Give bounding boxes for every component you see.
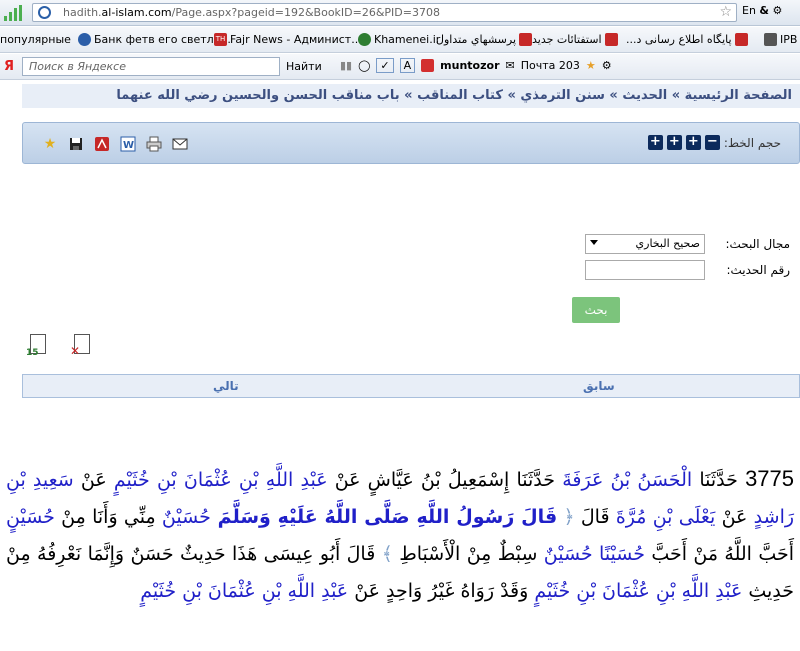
pdf-icon[interactable]	[93, 135, 111, 153]
save-icon[interactable]	[67, 135, 85, 153]
page-jump-icon[interactable]: 15	[26, 334, 50, 358]
close-bracket: ﴾	[381, 543, 393, 565]
next-link[interactable]: تالي	[213, 379, 239, 393]
breadcrumb: الصفحة الرئيسية » الحديث » سنن الترمذي »…	[22, 84, 800, 108]
yandex-logo: Я	[4, 59, 15, 74]
narrator-link[interactable]: حُسَيْنًا حُسَيْنٌ	[544, 543, 645, 565]
bookmark-item[interactable]: پرسشهاي متداول	[436, 33, 533, 46]
narrator-link[interactable]: عَبْدِ اللَّهِ بْنِ عُثْمَانَ بْنِ خُثَي…	[140, 580, 348, 602]
breadcrumb-hadith[interactable]: الحديث	[622, 88, 667, 103]
mail-icon: ✉	[505, 59, 515, 72]
narrator-link[interactable]: يَعْلَى بْنِ مُرَّةَ	[616, 506, 715, 528]
narrator-link[interactable]: عَبْدِ اللَّهِ بْنِ عُثْمَانَ بْنِ خُثَي…	[534, 580, 742, 602]
address-bar-row: hadith.al-islam.com/Page.aspx?pageid=192…	[0, 0, 800, 26]
new-fatwa-icon	[604, 33, 618, 46]
font-increase-button[interactable]: +	[666, 135, 682, 150]
open-bracket: ﴿	[563, 506, 575, 528]
signal-icon	[4, 5, 24, 21]
yandex-find-button[interactable]: Найти	[286, 60, 322, 73]
narrator-link[interactable]: الْحَسَنُ بْنُ عَرَفَةَ	[562, 469, 692, 491]
scope-label: مجال البحث:	[725, 237, 790, 251]
prophet-quote: قَالَ رَسُولُ اللَّهِ صَلَّى اللَّهُ عَل…	[210, 506, 558, 528]
fajr-news-icon: TH	[214, 33, 227, 46]
font-size-label: حجم الخط:	[723, 135, 781, 150]
bookmark-item[interactable]: استفتائات جديد	[532, 33, 618, 46]
hadith-number-input[interactable]	[585, 260, 705, 280]
search-form: مجال البحث: صحيح البخاري رقم الحديث:	[560, 234, 790, 286]
url-prefix: hadith.	[63, 6, 102, 19]
faq-icon	[519, 33, 533, 46]
bookmark-item[interactable]: TH Fajr News - Админист...	[214, 33, 362, 46]
settings-icon[interactable]: ⚙	[773, 4, 783, 17]
breadcrumb-section[interactable]: باب مناقب الحسن والحسين رضي الله عنهما	[116, 88, 399, 103]
user-icon	[421, 59, 435, 72]
email-icon[interactable]	[171, 135, 189, 153]
scope-select[interactable]: صحيح البخاري	[585, 234, 705, 254]
font-decrease-button[interactable]: −	[704, 135, 720, 150]
page-toolbar: حجم الخط: − + + + ★ W	[22, 122, 800, 164]
bars-icon[interactable]: ▮▮	[340, 59, 352, 72]
bookmark-item[interactable]: Банк фетв его светло...	[78, 33, 231, 46]
fatwa-icon	[78, 33, 91, 46]
breadcrumb-chapter[interactable]: كتاب المناقب	[417, 88, 503, 103]
khamenei-icon	[358, 33, 371, 46]
info-site-icon	[734, 33, 748, 46]
chevron-down-icon	[590, 240, 598, 245]
url-path: /Page.aspx?pageid=192&BookID=26&PID=3708	[171, 6, 440, 19]
font-increase-button[interactable]: +	[647, 135, 663, 150]
star-icon[interactable]: ★	[41, 135, 59, 153]
print-icon[interactable]	[145, 135, 163, 153]
yandex-mail[interactable]: Почта 203	[521, 59, 580, 72]
page-nav-icons: 15 ✕	[26, 334, 94, 358]
breadcrumb-book[interactable]: سنن الترمذي	[520, 88, 605, 103]
bookmark-item[interactable]: IPB	[764, 33, 797, 46]
bookmark-item[interactable]: Khamenei.ir	[358, 33, 440, 46]
bookmark-item[interactable]: популярные	[0, 33, 71, 46]
bookmark-star-icon[interactable]: ☆	[719, 4, 732, 20]
narrator-link[interactable]: حُسَيْنٌ	[162, 506, 211, 528]
menu-control[interactable]: &	[759, 4, 769, 17]
language-indicator[interactable]: En	[742, 4, 756, 17]
number-label: رقم الحديث:	[726, 263, 790, 277]
font-increase-button[interactable]: +	[685, 135, 701, 150]
yandex-user[interactable]: muntozor	[440, 59, 499, 72]
check-icon[interactable]: ✓	[376, 58, 394, 73]
bookmarks-bar: популярные Банк фетв его светло... TH Faj…	[0, 27, 800, 53]
url-input[interactable]: hadith.al-islam.com/Page.aspx?pageid=192…	[32, 3, 737, 22]
yandex-toolbar: Я Поиск в Яндексе Найти ▮▮ ◯ ✓ A muntozo…	[0, 54, 800, 80]
translate-icon[interactable]: A	[399, 58, 416, 73]
hadith-text: 3775 حَدَّثَنَا الْحَسَنُ بْنُ عَرَفَةَ …	[6, 466, 795, 602]
page-remove-icon[interactable]: ✕	[70, 334, 94, 358]
prev-link[interactable]: سابق	[583, 379, 615, 393]
site-identity-icon[interactable]	[38, 6, 51, 19]
search-button[interactable]: بحث	[572, 297, 620, 323]
yandex-search-input[interactable]: Поиск в Яндексе	[22, 57, 280, 76]
url-host: al-islam.com	[101, 6, 172, 19]
favorites-icon[interactable]: ★	[586, 59, 596, 72]
pagination-bar: تالي سابق	[22, 374, 800, 398]
breadcrumb-home[interactable]: الصفحة الرئيسية	[685, 88, 792, 103]
hadith-number: 3775	[745, 466, 795, 491]
comment-icon[interactable]: ◯	[358, 59, 370, 72]
bookmark-item[interactable]: پايگاه اطلاع رسانی د...	[626, 33, 748, 46]
narrator-link[interactable]: حُسَيْنٍ	[6, 506, 55, 528]
word-icon[interactable]: W	[119, 135, 137, 153]
narrator-link[interactable]: عَبْدِ اللَّهِ بْنِ عُثْمَانَ بْنِ خُثَي…	[114, 469, 328, 491]
ipb-icon	[764, 33, 777, 46]
gear-icon[interactable]: ⚙	[602, 59, 612, 72]
svg-text:W: W	[123, 140, 134, 151]
